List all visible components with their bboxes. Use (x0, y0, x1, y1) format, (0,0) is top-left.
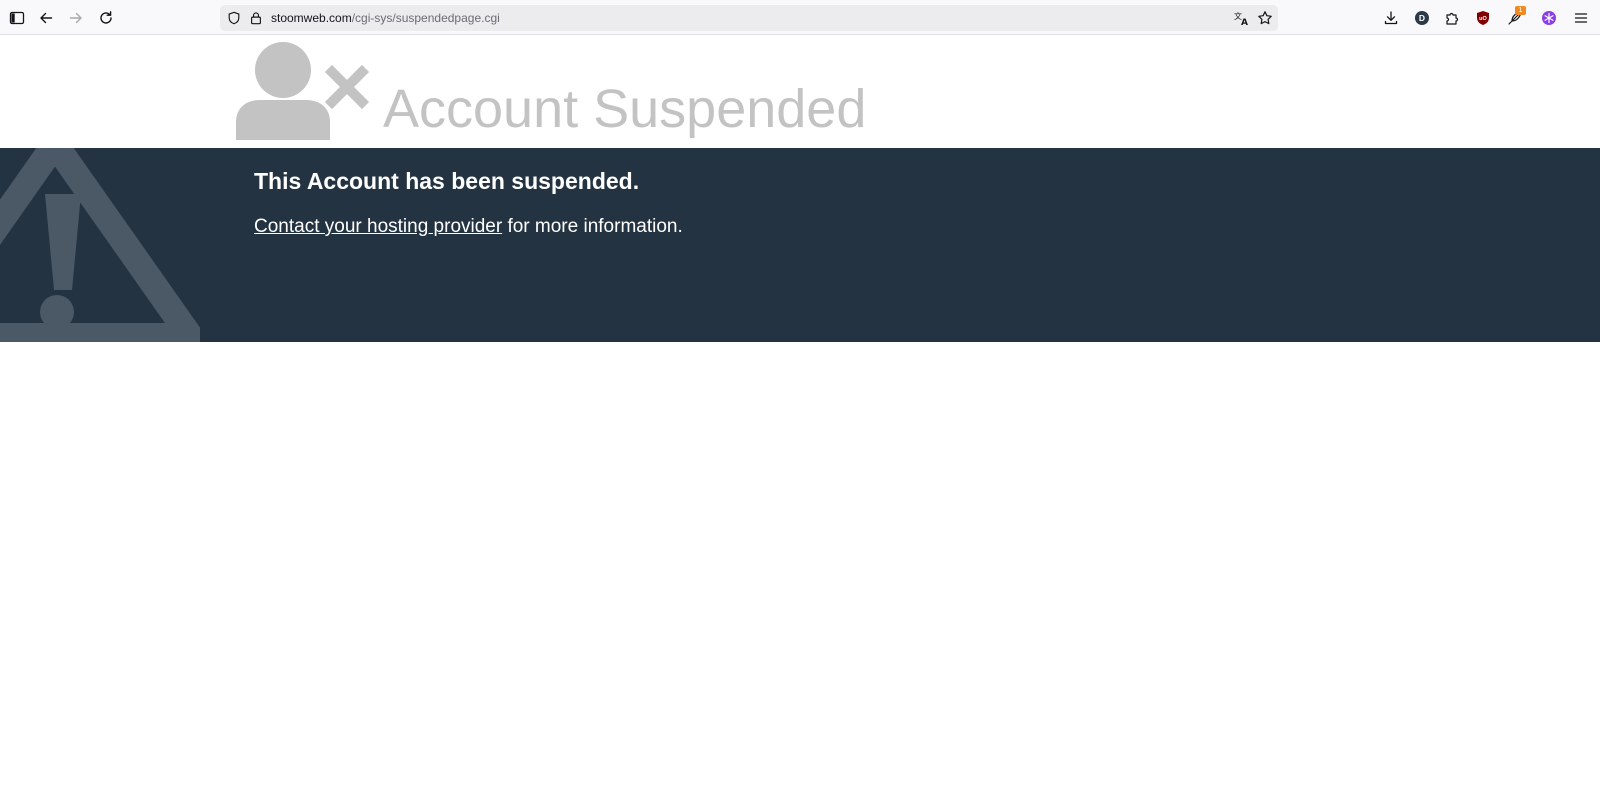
profile-button[interactable]: D (1410, 6, 1434, 30)
forward-button[interactable] (64, 6, 88, 30)
tracking-protection-button[interactable] (222, 6, 246, 30)
back-button[interactable] (34, 6, 58, 30)
contact-suffix: for more information. (502, 216, 683, 237)
hamburger-menu-icon (1574, 13, 1588, 23)
star-icon (1258, 11, 1272, 25)
browser-toolbar: stoomweb.com/cgi-sys/suspendedpage.cgi 文… (0, 0, 1600, 35)
url-host: stoomweb.com (271, 11, 352, 25)
contact-message: Contact your hosting provider for more i… (254, 215, 683, 239)
ublock-shield-icon: uO (1477, 11, 1489, 25)
extension-notify-button[interactable]: 1 (1503, 6, 1527, 30)
profile-initial: D (1419, 13, 1425, 23)
sidebar-toggle-button[interactable] (5, 6, 29, 30)
reload-icon (100, 11, 112, 24)
extension-badge: 1 (1515, 6, 1526, 15)
sidebar-icon (9, 11, 25, 25)
reload-button[interactable] (94, 6, 118, 30)
downloads-button[interactable] (1379, 6, 1403, 30)
puzzle-icon (1446, 12, 1459, 25)
contact-hosting-link[interactable]: Contact your hosting provider (254, 216, 502, 237)
svg-text:A: A (1241, 18, 1248, 26)
ublock-button[interactable]: uO (1471, 6, 1495, 30)
suspended-notice-band: This Account has been suspended. Contact… (0, 148, 1600, 342)
page-title: Account Suspended (383, 79, 867, 139)
warning-triangle-icon (0, 148, 200, 342)
translate-button[interactable]: 文 A (1230, 6, 1254, 30)
lock-icon (251, 12, 261, 25)
suspended-heading: This Account has been suspended. (254, 168, 640, 194)
profile-avatar-icon: D (1415, 11, 1429, 25)
translate-icon: 文 A (1234, 11, 1248, 26)
user-x-icon (236, 42, 370, 140)
url-text[interactable]: stoomweb.com/cgi-sys/suspendedpage.cgi (271, 11, 500, 25)
extensions-button[interactable] (1440, 6, 1464, 30)
svg-text:uO: uO (1479, 16, 1487, 22)
address-bar[interactable]: stoomweb.com/cgi-sys/suspendedpage.cgi 文… (220, 5, 1278, 31)
extension-purple-button[interactable] (1537, 6, 1561, 30)
back-arrow-icon (40, 12, 53, 24)
snowflake-extension-icon (1542, 11, 1556, 25)
download-icon (1384, 11, 1398, 25)
shield-icon (228, 11, 240, 25)
app-menu-button[interactable] (1569, 6, 1593, 30)
url-path: /cgi-sys/suspendedpage.cgi (351, 11, 500, 25)
suspended-header: Account Suspended (0, 36, 1600, 148)
site-security-button[interactable] (244, 6, 268, 30)
forward-arrow-icon (69, 12, 82, 24)
bookmark-button[interactable] (1253, 6, 1277, 30)
